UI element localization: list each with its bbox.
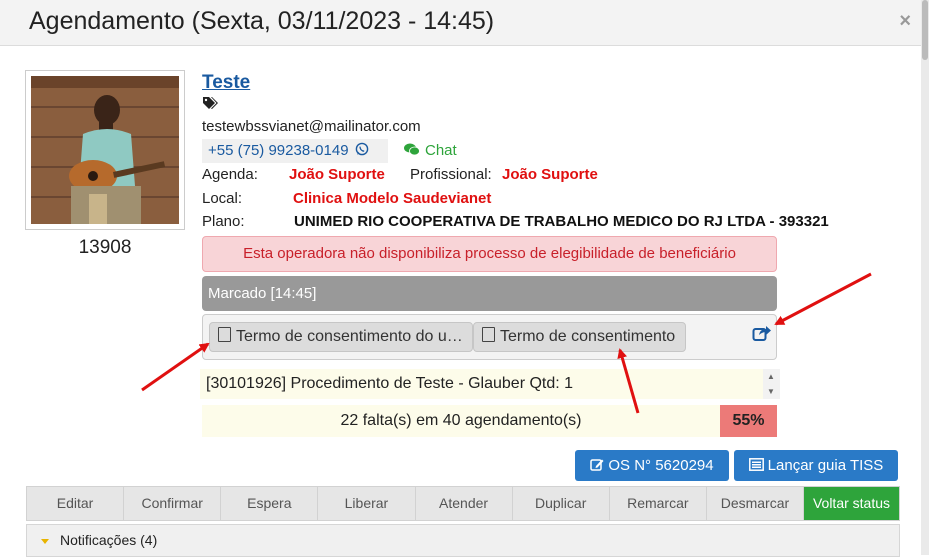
status-bar: Marcado [14:45] <box>202 276 777 311</box>
absences-percent: 55% <box>720 405 777 437</box>
attend-action[interactable]: Atender <box>416 487 513 520</box>
file-icon <box>218 327 231 342</box>
status-text: Marcado [14:45] <box>208 285 317 302</box>
procedure-item: [30101926] Procedimento de Teste - Glaub… <box>206 375 574 392</box>
annotation-arrow <box>774 272 872 326</box>
edit-action[interactable]: Editar <box>27 487 125 520</box>
absences-summary: 22 falta(s) em 40 agendamento(s) <box>202 405 720 437</box>
action-toolbar: Editar Confirmar Espera Liberar Atender … <box>26 486 900 521</box>
page-scrollbar[interactable] <box>921 0 929 555</box>
share-icon[interactable] <box>752 324 772 342</box>
document-button[interactable]: Termo de consentimento <box>473 322 686 352</box>
patient-id: 13908 <box>78 237 132 258</box>
document-label: Termo de consentimento do u… <box>236 328 463 345</box>
page-scrollbar-thumb[interactable] <box>922 0 928 60</box>
edit-icon <box>590 459 604 471</box>
local-label: Local: <box>202 190 243 207</box>
chat-icon <box>404 143 420 156</box>
documents-box: Termo de consentimento do u… Termo de co… <box>202 314 777 360</box>
confirm-action[interactable]: Confirmar <box>124 487 222 520</box>
document-label: Termo de consentimento <box>500 328 676 345</box>
eligibility-alert: Esta operadora não disponibiliza process… <box>202 236 777 272</box>
os-label: OS N° 5620294 <box>608 457 714 474</box>
unschedule-action[interactable]: Desmarcar <box>707 487 804 520</box>
patient-name-link[interactable]: Teste <box>202 72 250 94</box>
patient-email: testewbssvianet@mailinator.com <box>202 118 421 135</box>
tags-icon[interactable] <box>202 96 218 110</box>
whatsapp-icon <box>355 142 369 156</box>
revert-status-button[interactable]: Voltar status <box>804 487 899 520</box>
patient-photo <box>31 76 179 224</box>
caret-down-icon <box>41 539 49 544</box>
file-icon <box>482 327 495 342</box>
plano-row: Plano: UNIMED RIO COOPERATIVA DE TRABALH… <box>202 213 829 230</box>
chat-label: Chat <box>425 142 457 159</box>
patient-phone: +55 (75) 99238-0149 <box>208 142 349 159</box>
agenda-row: Agenda: João Suporte Profissional: João … <box>202 166 598 183</box>
profissional-value: João Suporte <box>502 166 598 183</box>
procedure-scrollbar[interactable]: ▲ ▼ <box>763 369 780 399</box>
procedure-list[interactable]: [30101926] Procedimento de Teste - Glaub… <box>200 369 763 399</box>
scroll-down-icon[interactable]: ▼ <box>767 387 775 396</box>
reschedule-action[interactable]: Remarcar <box>610 487 707 520</box>
modal-header: Agendamento (Sexta, 03/11/2023 - 14:45) … <box>0 0 921 46</box>
plano-label: Plano: <box>202 213 245 230</box>
document-button[interactable]: Termo de consentimento do u… <box>209 322 473 352</box>
scroll-up-icon[interactable]: ▲ <box>767 372 775 381</box>
annotation-arrow <box>141 342 210 392</box>
close-icon[interactable]: × <box>899 10 911 33</box>
os-button[interactable]: OS N° 5620294 <box>575 450 729 481</box>
local-row: Local: Clinica Modelo Saudevianet <box>202 190 491 207</box>
chat-link[interactable]: Chat <box>404 142 457 159</box>
patient-phone-link[interactable]: +55 (75) 99238-0149 <box>208 142 369 159</box>
notifications-label: Notificações (4) <box>60 532 158 548</box>
modal-title: Agendamento (Sexta, 03/11/2023 - 14:45) <box>29 7 495 35</box>
patient-photo-frame <box>25 70 185 230</box>
local-value: Clinica Modelo Saudevianet <box>293 190 492 207</box>
phone-box: +55 (75) 99238-0149 <box>202 139 388 163</box>
agenda-label: Agenda: <box>202 166 258 183</box>
tiss-label: Lançar guia TISS <box>767 457 884 474</box>
agenda-value: João Suporte <box>289 166 385 183</box>
notifications-toggle[interactable]: Notificações (4) <box>26 524 900 557</box>
duplicate-action[interactable]: Duplicar <box>513 487 610 520</box>
list-icon <box>748 458 764 471</box>
tiss-button[interactable]: Lançar guia TISS <box>734 450 898 481</box>
plano-value: UNIMED RIO COOPERATIVA DE TRABALHO MEDIC… <box>294 213 829 230</box>
wait-action[interactable]: Espera <box>221 487 319 520</box>
profissional-label: Profissional: <box>410 166 492 183</box>
release-action[interactable]: Liberar <box>318 487 416 520</box>
